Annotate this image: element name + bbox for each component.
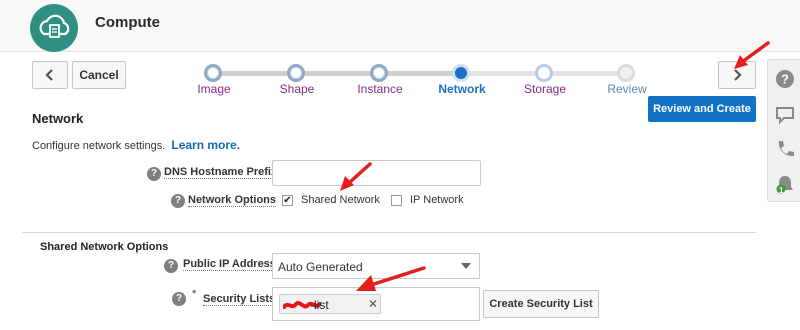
public-ip-address-select[interactable]: Auto Generated [272, 253, 480, 279]
next-button[interactable] [718, 61, 756, 89]
dns-hostname-prefix-input[interactable] [272, 160, 481, 186]
shared-network-checkbox[interactable]: ✔ [282, 195, 293, 206]
chat-icon[interactable] [774, 103, 796, 125]
ip-network-label[interactable]: IP Network [410, 194, 464, 206]
learn-more-link[interactable]: Learn more. [171, 138, 240, 152]
subsection-title: Shared Network Options [40, 241, 169, 253]
wizard-step-review [617, 64, 635, 82]
dns-hostname-prefix-label: DNS Hostname Prefix [164, 166, 278, 179]
back-button[interactable] [32, 61, 68, 89]
shared-network-label[interactable]: Shared Network [301, 194, 380, 206]
help-icon[interactable]: ? [774, 68, 796, 90]
chevron-right-icon [734, 69, 742, 81]
wizard-step-label[interactable]: Shape [252, 82, 342, 96]
notifications-bell-icon[interactable] [774, 173, 796, 195]
wizard-step-storage[interactable] [535, 64, 553, 82]
caret-down-icon [461, 263, 471, 269]
wizard-step-label[interactable]: Image [169, 82, 259, 96]
wizard-step-label: Review [607, 82, 647, 96]
ip-network-checkbox[interactable] [391, 195, 402, 206]
wizard-step-label[interactable]: Instance [335, 82, 425, 96]
security-list-chip: -list ✕ [279, 294, 381, 314]
side-rail: ? 1 [767, 59, 800, 202]
wizard-step-label[interactable]: Storage [500, 82, 590, 96]
section-divider [22, 232, 756, 233]
create-security-list-button[interactable]: Create Security List [483, 290, 599, 318]
phone-icon[interactable] [774, 138, 796, 160]
svg-text:?: ? [781, 72, 789, 87]
wizard-step-shape[interactable] [287, 64, 305, 82]
close-icon[interactable]: ✕ [368, 297, 378, 311]
cancel-button[interactable]: Cancel [72, 61, 126, 89]
public-ip-address-label: Public IP Address [183, 258, 276, 271]
select-value: Auto Generated [278, 260, 363, 274]
help-icon[interactable]: ? [164, 259, 178, 273]
required-marker: * [192, 288, 197, 300]
help-icon[interactable]: ? [171, 194, 185, 208]
section-title: Network [32, 111, 84, 126]
page-title: Compute [95, 14, 160, 31]
app-header: Compute [0, 0, 800, 52]
security-lists-label: Security Lists [203, 293, 276, 306]
wizard-step-image[interactable] [204, 64, 222, 82]
wizard-track-done [213, 71, 461, 76]
review-and-create-button[interactable]: Review and Create [648, 96, 756, 122]
wizard-step-instance[interactable] [370, 64, 388, 82]
help-icon[interactable]: ? [172, 292, 186, 306]
description-text: Configure network settings. [32, 140, 166, 152]
network-options-label: Network Options [188, 194, 277, 207]
security-lists-input[interactable]: -list ✕ [272, 287, 480, 321]
wizard-step-label[interactable]: Network [417, 82, 507, 96]
chip-label: -list [310, 298, 329, 312]
section-description: Configure network settings. Learn more. [32, 138, 240, 152]
cloud-compute-icon [30, 4, 78, 52]
wizard-step-network[interactable] [452, 64, 470, 82]
notification-badge: 1 [779, 186, 784, 195]
chevron-left-icon [45, 69, 53, 81]
help-icon[interactable]: ? [147, 167, 161, 181]
